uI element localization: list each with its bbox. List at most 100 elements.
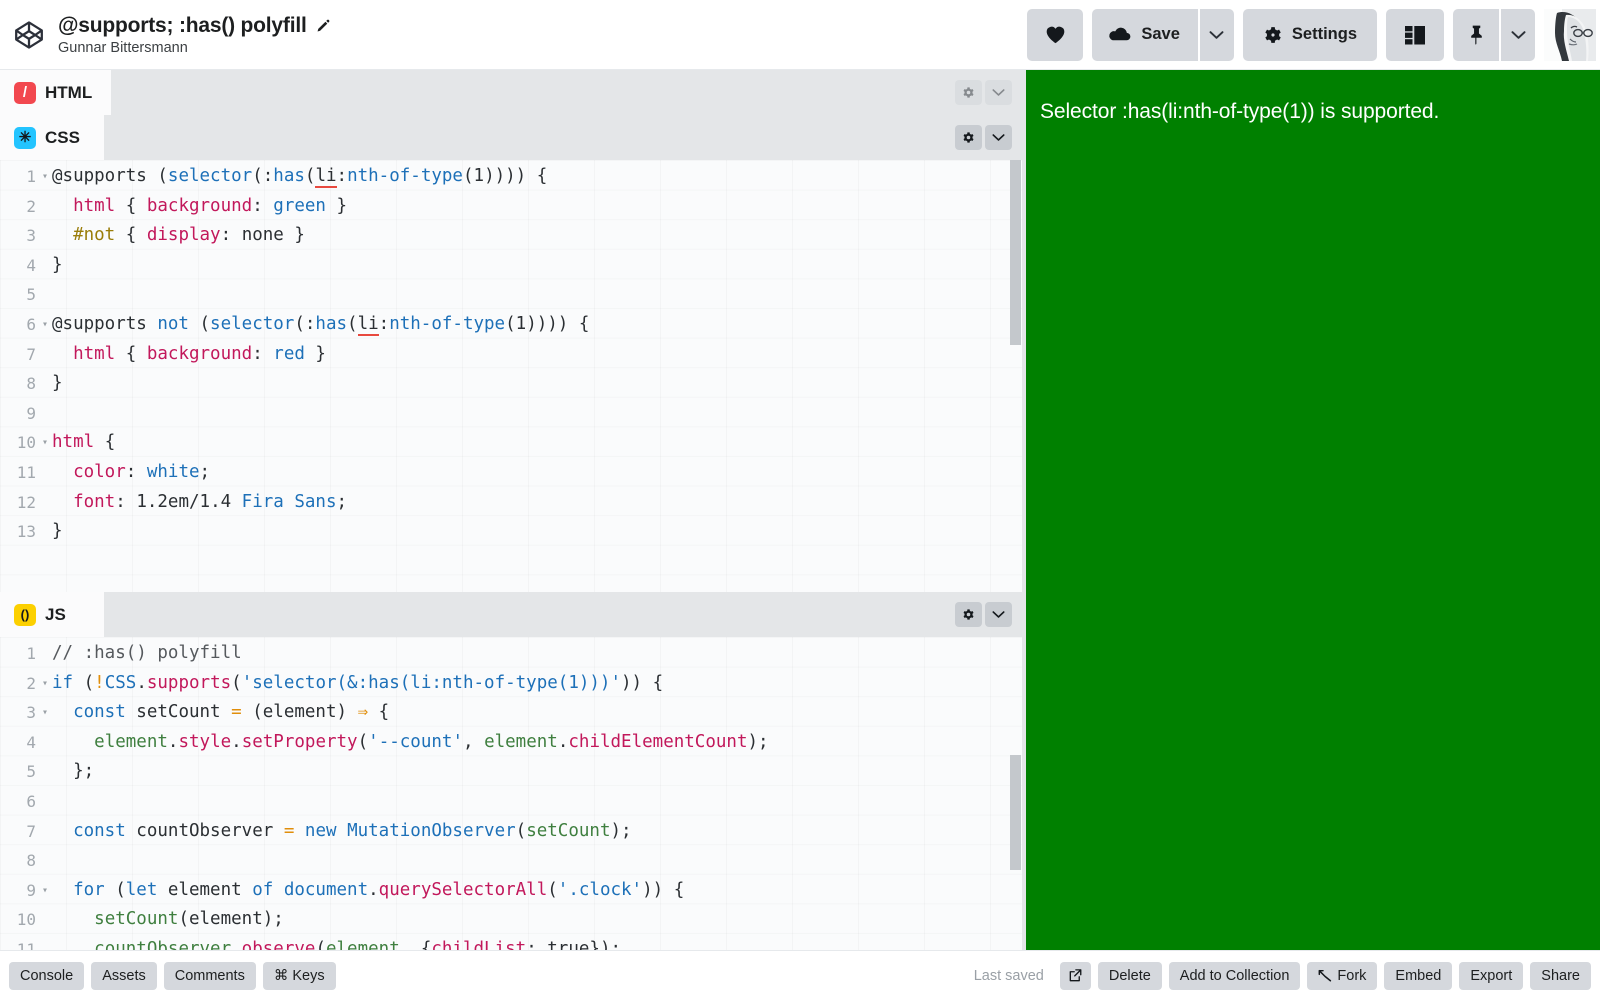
code-line: 3 #not { display: none } bbox=[0, 221, 1022, 251]
open-external-button[interactable] bbox=[1059, 961, 1091, 990]
line-number: 10 bbox=[16, 433, 36, 453]
pin-dropdown-button[interactable] bbox=[1501, 8, 1535, 61]
tab-js[interactable]: () JS bbox=[0, 592, 104, 637]
fold-toggle-icon[interactable]: ▾ bbox=[38, 428, 52, 458]
editor-collapse-button-js[interactable] bbox=[985, 602, 1012, 627]
editor-collapse-button-css[interactable] bbox=[985, 125, 1012, 150]
code-editor-css[interactable]: 1 ▾ @supports (selector(:has(li:nth-of-typ… bbox=[0, 160, 1022, 592]
fold-toggle-icon[interactable]: ▾ bbox=[38, 310, 52, 340]
pin-button[interactable] bbox=[1453, 8, 1499, 61]
avatar[interactable] bbox=[1544, 8, 1596, 61]
code-text: color: white; bbox=[73, 461, 211, 482]
export-label: Export bbox=[1470, 967, 1513, 984]
code-text: setCount(element); bbox=[94, 909, 284, 930]
line-number: 6 bbox=[26, 314, 36, 334]
tab-html[interactable]: / HTML bbox=[0, 70, 112, 115]
editor-settings-button-js[interactable] bbox=[955, 602, 982, 627]
editor-actions-html bbox=[955, 70, 1022, 115]
line-number: 13 bbox=[16, 522, 36, 542]
layout-button[interactable] bbox=[1386, 8, 1444, 61]
console-button[interactable]: Console bbox=[9, 961, 85, 990]
line-number: 3 bbox=[26, 226, 36, 246]
editor-panel-js: () JS 1 //:has() polyfill 2 ▾ if (!CSS.… bbox=[0, 592, 1022, 950]
editor-scrollbar-css[interactable] bbox=[1009, 160, 1022, 592]
line-number: 10 bbox=[16, 910, 36, 930]
chevron-down-icon bbox=[992, 88, 1005, 97]
keyboard-shortcuts-button[interactable]: ⌘ Keys bbox=[262, 961, 336, 990]
line-number: 1 bbox=[26, 167, 36, 186]
console-label: Console bbox=[20, 967, 74, 984]
tab-label-css: CSS bbox=[45, 127, 80, 147]
code-line: 4 element.style.setProperty('--count', e… bbox=[0, 728, 1022, 758]
delete-button[interactable]: Delete bbox=[1097, 961, 1162, 990]
code-line: 8 bbox=[0, 846, 1022, 876]
chevron-down-icon bbox=[1511, 30, 1526, 40]
editor-collapse-button-html[interactable] bbox=[985, 80, 1012, 105]
last-saved-label: Last saved bbox=[973, 967, 1044, 984]
top-bar-actions: Save Settings bbox=[1027, 8, 1600, 61]
code-text: const setCount = (element) ⇒ { bbox=[73, 702, 390, 723]
editor-panel-css: ✳ CSS 1 ▾ @supports (selector(:has(li:nt… bbox=[0, 115, 1022, 592]
fold-toggle-icon[interactable]: ▾ bbox=[38, 162, 52, 192]
share-label: Share bbox=[1541, 967, 1580, 984]
editor-settings-button-html[interactable] bbox=[955, 80, 982, 105]
chevron-down-icon bbox=[1209, 30, 1224, 40]
save-dropdown-button[interactable] bbox=[1199, 8, 1234, 61]
code-line: 13} bbox=[0, 517, 1022, 547]
top-bar: @supports; :has() polyfill Gunnar Bitter… bbox=[0, 0, 1600, 70]
gear-icon bbox=[962, 86, 975, 99]
code-line: 5 bbox=[0, 280, 1022, 310]
assets-label: Assets bbox=[102, 967, 146, 984]
settings-button[interactable]: Settings bbox=[1242, 8, 1377, 61]
settings-label: Settings bbox=[1291, 25, 1357, 43]
save-button[interactable]: Save bbox=[1092, 8, 1198, 61]
fork-label: Fork bbox=[1337, 967, 1367, 984]
code-lines-js: 1// :has() polyfill 2 ▾ if (!CSS.supports('… bbox=[0, 637, 1022, 950]
gear-icon bbox=[962, 131, 975, 144]
line-number: 8 bbox=[26, 374, 36, 394]
share-button[interactable]: Share bbox=[1530, 961, 1591, 990]
code-text: } bbox=[52, 521, 63, 542]
code-line: 10 ▾ html { bbox=[0, 428, 1022, 458]
code-text: } bbox=[52, 373, 63, 394]
fold-toggle-icon[interactable]: ▾ bbox=[38, 698, 52, 728]
scrollbar-thumb[interactable] bbox=[1010, 160, 1021, 345]
editor-settings-button-css[interactable] bbox=[955, 125, 982, 150]
code-line: 9 ▾ for (let element of document.querySel… bbox=[0, 876, 1022, 906]
line-number: 9 bbox=[26, 880, 36, 900]
embed-button[interactable]: Embed bbox=[1384, 961, 1453, 990]
line-number: 5 bbox=[26, 762, 36, 782]
code-line: 11 color: white; bbox=[0, 458, 1022, 488]
line-number: 3 bbox=[26, 703, 36, 723]
code-line: 1 ▾ @supports (selector(:has(li:nth-of-typ… bbox=[0, 162, 1022, 192]
css-lang-icon: ✳ bbox=[14, 126, 36, 149]
cloud-icon bbox=[1108, 26, 1132, 43]
code-text: countObserver.observe(element, {childLis… bbox=[94, 938, 622, 950]
fork-button[interactable]: Fork bbox=[1307, 961, 1378, 990]
code-line: 7 const countObserver = new MutationObse… bbox=[0, 817, 1022, 847]
scrollbar-thumb[interactable] bbox=[1010, 755, 1021, 870]
fold-toggle-icon[interactable]: ▾ bbox=[38, 669, 52, 699]
code-editor-js[interactable]: 1// :has() polyfill 2 ▾ if (!CSS.supports('… bbox=[0, 637, 1022, 950]
editor-header-html: / HTML bbox=[0, 70, 1022, 115]
editor-scrollbar-js[interactable] bbox=[1009, 637, 1022, 950]
editor-actions-css bbox=[955, 115, 1022, 160]
assets-button[interactable]: Assets bbox=[91, 961, 157, 990]
export-button[interactable]: Export bbox=[1459, 961, 1524, 990]
pin-button-group bbox=[1453, 8, 1535, 61]
fold-toggle-icon[interactable]: ▾ bbox=[38, 876, 52, 906]
line-number: 9 bbox=[26, 403, 36, 423]
code-text: #not { display: none } bbox=[73, 225, 305, 246]
comments-button[interactable]: Comments bbox=[163, 961, 256, 990]
love-button[interactable] bbox=[1027, 8, 1084, 61]
code-line: 3 ▾ const setCount = (element) ⇒ { bbox=[0, 698, 1022, 728]
add-to-collection-button[interactable]: Add to Collection bbox=[1168, 961, 1301, 990]
html-lang-icon: / bbox=[14, 81, 36, 104]
layout-columns-icon bbox=[1403, 24, 1427, 46]
codepen-logo-link[interactable] bbox=[0, 19, 58, 51]
editor-panel-html: / HTML bbox=[0, 70, 1022, 115]
save-button-group: Save bbox=[1092, 8, 1234, 61]
tab-css[interactable]: ✳ CSS bbox=[0, 115, 104, 160]
pencil-icon[interactable] bbox=[316, 18, 331, 33]
code-text: }; bbox=[52, 761, 95, 782]
